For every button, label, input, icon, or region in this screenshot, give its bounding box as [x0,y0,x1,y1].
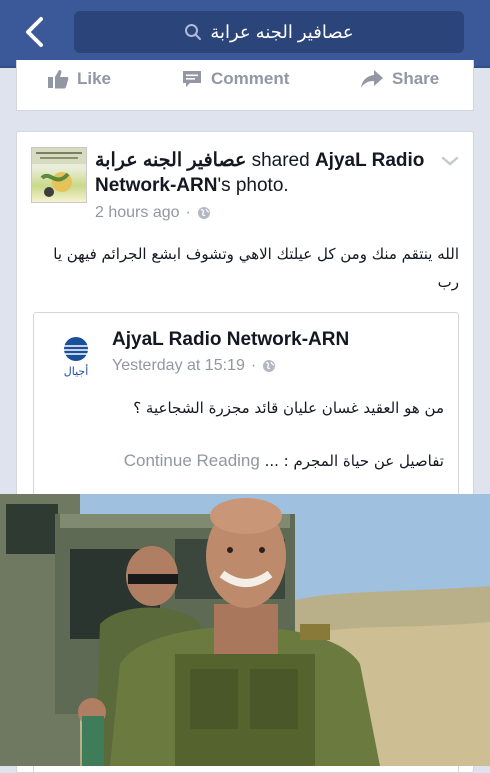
like-button[interactable]: Like [47,69,111,89]
comment-bubble-icon [183,71,201,87]
meta-separator-dot: · [185,204,191,221]
post-action-bar: Like Comment Share [17,60,473,104]
top-navigation-bar: عصافير الجنه عرابة [0,0,490,68]
shared-verb: shared [246,150,315,171]
arn-logo[interactable]: أجيال [52,333,100,381]
arn-logo-caption: أجيال [64,364,89,378]
soldiers-photo-illustration [0,494,490,766]
share-arrow-icon [361,70,383,88]
comment-button[interactable]: Comment [181,69,289,89]
chevron-down-icon [441,156,459,166]
shared-post-text: من هو العقيد غسان عليان قائد مجزرة الشجا… [133,399,444,417]
post-timestamp[interactable]: 2 hours ago [95,204,180,222]
continue-reading-line: Continue Reading تفاصيل عن حياة المجرم :… [44,451,444,471]
shared-post-meta: Yesterday at 15:19 · [112,357,276,375]
search-query-text: عصافير الجنه عرابة [210,21,354,42]
post-body-text: الله ينتقم منك ومن كل عيلتك الاهي وتشوف … [53,245,459,291]
page-avatar[interactable] [31,147,87,203]
previous-post-card: Like Comment Share [16,60,474,111]
back-button[interactable] [14,14,54,50]
like-label: Like [77,69,112,88]
page-avatar-image [32,148,86,197]
globe-icon [263,360,276,372]
like-thumb-icon [48,70,69,89]
back-chevron-icon [26,17,43,47]
post-headline: عصافير الجنه عرابة shared AjyaL Radio Ne… [95,148,435,198]
shared-post-title[interactable]: AjyaL Radio Network-ARN [112,329,349,351]
meta-separator-dot: · [250,357,257,374]
arn-logo-image: أجيال [64,337,89,378]
globe-icon [197,207,210,219]
shared-post-teaser: تفاصيل عن حياة المجرم : ... [264,452,444,470]
shared-post-timestamp[interactable]: Yesterday at 15:19 [112,357,245,375]
comment-label: Comment [211,69,290,88]
post-options-button[interactable] [441,154,459,172]
search-icon [185,24,202,40]
share-button[interactable]: Share [360,69,439,89]
post-photo[interactable] [0,494,490,766]
post-meta: 2 hours ago · [95,204,211,222]
share-label: Share [392,69,440,88]
photo-suffix: 's photo. [217,175,289,196]
continue-reading-link[interactable]: Continue Reading [124,451,260,470]
page-name-link[interactable]: عصافير الجنه عرابة [95,150,246,171]
search-input[interactable]: عصافير الجنه عرابة [74,11,464,53]
